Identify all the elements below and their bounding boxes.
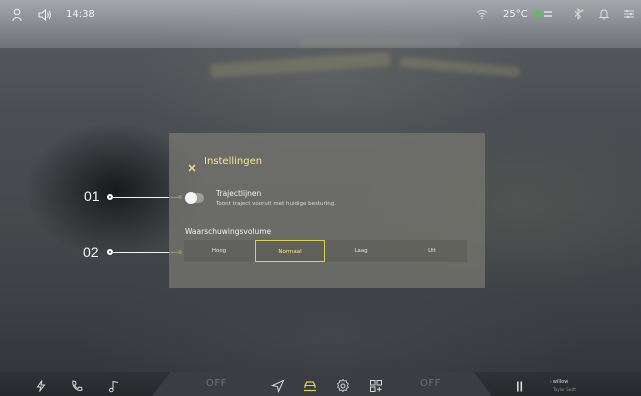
air-quality-icon <box>534 8 554 22</box>
media-bars-icon[interactable] <box>515 378 529 392</box>
media-title: ‹ willow <box>550 379 569 385</box>
warning-volume-selector: Hoog Normaal Laag Uit <box>184 240 467 262</box>
apps-grid-icon[interactable] <box>369 378 383 392</box>
music-icon[interactable] <box>107 378 121 393</box>
toggle-description: Toont traject vooruit met huidige bestur… <box>216 201 337 207</box>
car-icon[interactable] <box>303 378 317 392</box>
charging-icon[interactable] <box>34 378 48 392</box>
dialog-title: Instellingen <box>204 156 263 167</box>
volume-option-off[interactable]: Uit <box>397 240 467 262</box>
phone-icon[interactable] <box>70 378 84 392</box>
settings-gear-icon[interactable] <box>336 378 350 393</box>
climate-left-off[interactable]: OFF <box>206 378 227 389</box>
bluetooth-icon <box>572 8 584 22</box>
notification-bell-icon[interactable] <box>598 8 610 22</box>
callout-label-02: 02 <box>83 244 99 260</box>
temperature: 25°C <box>503 9 528 20</box>
toggle-title: Trajectlijnen <box>216 189 262 198</box>
close-icon[interactable] <box>187 158 197 172</box>
warning-volume-label: Waarschuwingsvolume <box>185 227 272 236</box>
volume-icon[interactable] <box>38 8 52 22</box>
wifi-icon <box>476 8 488 22</box>
volume-option-high[interactable]: Hoog <box>184 240 254 262</box>
status-bar: 14:38 25°C <box>0 0 641 30</box>
clock: 14:38 <box>66 9 95 20</box>
settings-sliders-icon[interactable] <box>623 8 635 22</box>
media-artist: Taylor Swift <box>553 387 576 392</box>
callout-label-01: 01 <box>84 188 100 204</box>
trajectory-lines-toggle[interactable] <box>185 192 204 204</box>
volume-option-low[interactable]: Laag <box>326 240 396 262</box>
climate-right-off[interactable]: OFF <box>420 378 441 389</box>
person-icon[interactable] <box>12 8 22 22</box>
toggle-knob <box>185 192 197 204</box>
camera-view-screen: 14:38 25°C 01 02 Instellingen Trajectlij… <box>0 0 641 396</box>
navigation-icon[interactable] <box>270 378 285 394</box>
volume-option-normal[interactable]: Normaal <box>255 240 325 262</box>
center-dock-background <box>152 372 492 396</box>
settings-dialog: Instellingen Trajectlijnen Toont traject… <box>169 133 485 288</box>
